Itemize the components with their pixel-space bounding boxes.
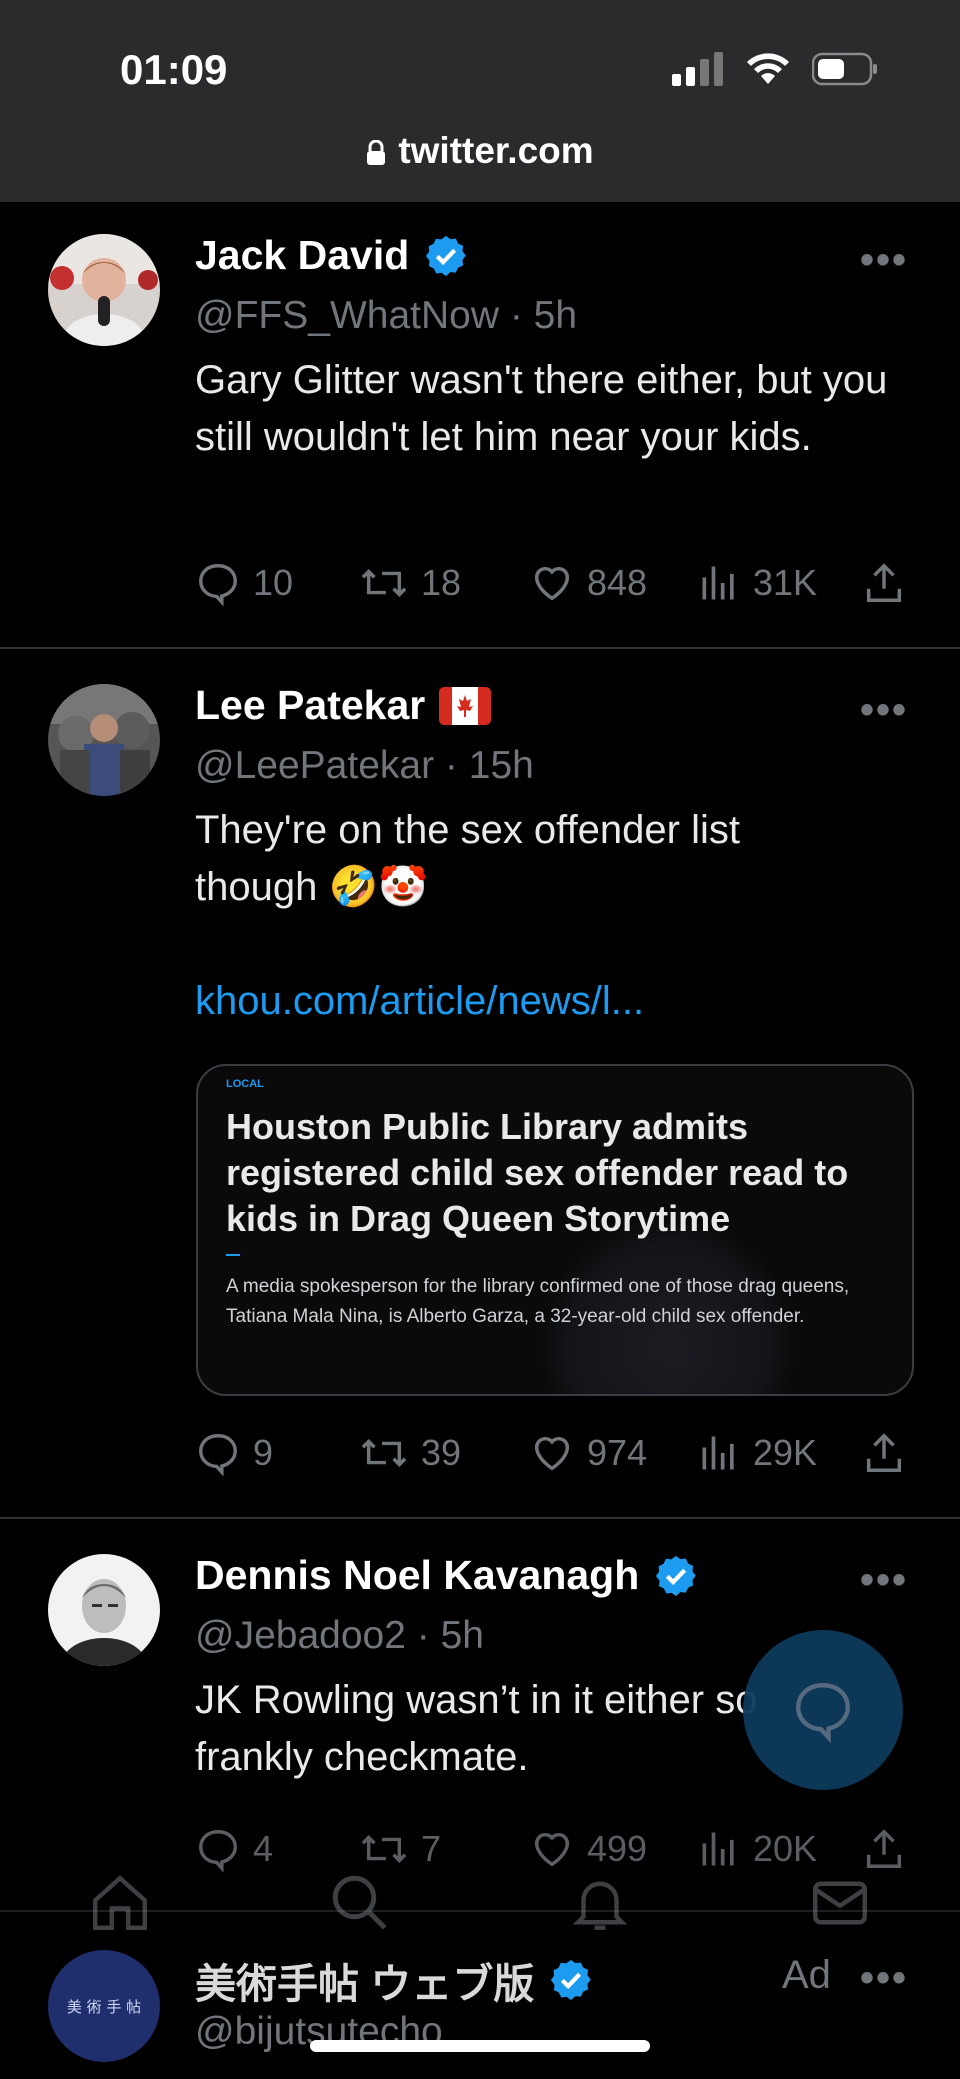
reply-count: 10: [253, 562, 294, 603]
retweet-button[interactable]: 39: [359, 1430, 529, 1476]
separator-dot: ·: [509, 294, 534, 337]
reply-icon: [199, 564, 237, 606]
tweet-link[interactable]: khou.com/article/news/l...: [195, 973, 895, 1030]
reply-icon: [199, 1434, 237, 1476]
more-options-icon[interactable]: •••: [860, 1956, 908, 2001]
reply-count: 9: [253, 1432, 274, 1473]
card-accent-bar: [226, 1254, 240, 1256]
author-handle[interactable]: @Jebadoo2: [195, 1614, 406, 1657]
retweet-button[interactable]: 18: [359, 560, 529, 606]
canada-flag-icon: [439, 686, 492, 725]
tweet-actions: 10 18 848 31K: [195, 560, 915, 606]
tweet-text: Gary Glitter wasn't there either, but yo…: [195, 358, 888, 459]
retweet-icon: [361, 1439, 407, 1467]
notifications-bell-icon[interactable]: [567, 1870, 633, 1936]
avatar-text: 美 術 手 帖: [66, 1997, 142, 2016]
views-button[interactable]: 31K: [697, 560, 861, 606]
separator-dot: ·: [416, 1614, 441, 1657]
tweet-time[interactable]: 5h: [441, 1614, 484, 1657]
separator-dot: ·: [444, 744, 469, 787]
like-count: 974: [587, 1432, 648, 1473]
views-count: 29K: [753, 1432, 818, 1473]
heart-icon: [534, 566, 570, 601]
like-count: 848: [587, 562, 648, 603]
avatar[interactable]: [48, 1554, 160, 1666]
more-options-icon[interactable]: •••: [860, 238, 908, 283]
author-name[interactable]: Dennis Noel Kavanagh: [195, 1552, 639, 1599]
author-name[interactable]: Jack David: [195, 232, 409, 279]
verified-badge-icon: [551, 1959, 592, 2001]
avatar[interactable]: [48, 684, 160, 796]
avatar[interactable]: 美 術 手 帖: [48, 1950, 160, 2062]
tweet-actions: 9 39 974 29K: [195, 1430, 915, 1476]
ad-label: Ad: [782, 1953, 831, 1997]
link-preview-card[interactable]: LOCAL Houston Public Library admits regi…: [196, 1064, 914, 1396]
url-text: twitter.com: [398, 130, 594, 171]
more-options-icon[interactable]: •••: [860, 688, 908, 733]
verified-badge-icon: [426, 235, 466, 276]
reply-button[interactable]: 9: [195, 1430, 359, 1476]
bottom-navigation: [0, 1848, 960, 1958]
card-tag: LOCAL: [226, 1078, 264, 1090]
like-button[interactable]: 848: [529, 560, 697, 606]
address-bar[interactable]: twitter.com: [0, 130, 960, 172]
share-button[interactable]: [861, 1430, 907, 1476]
divider: [0, 1517, 960, 1519]
retweet-count: 18: [421, 562, 462, 603]
home-icon[interactable]: [87, 1870, 153, 1936]
like-button[interactable]: 974: [529, 1430, 697, 1476]
retweet-icon: [361, 569, 407, 597]
card-description: A media spokesperson for the library con…: [226, 1276, 850, 1327]
status-bar: 01:09 twitter.com: [0, 0, 960, 202]
views-chart-icon: [702, 566, 734, 600]
views-chart-icon: [702, 1436, 734, 1470]
retweet-count: 39: [421, 1432, 462, 1473]
compose-button[interactable]: [743, 1630, 903, 1790]
share-button[interactable]: [861, 560, 907, 606]
status-time: 01:09: [120, 46, 228, 93]
avatar[interactable]: [48, 234, 160, 346]
wifi-icon: [747, 53, 789, 84]
author-name[interactable]: Lee Patekar: [195, 682, 425, 729]
author-handle[interactable]: @FFS_WhatNow: [195, 294, 499, 337]
tweet-time[interactable]: 15h: [469, 744, 534, 787]
lock-icon: [367, 140, 386, 166]
tweet-text: They're on the sex offender list though …: [195, 808, 740, 909]
views-button[interactable]: 29K: [697, 1430, 861, 1476]
author-name[interactable]: 美術手帖 ウェブ版: [195, 1950, 534, 2010]
card-headline: Houston Public Library admits registered…: [226, 1106, 849, 1239]
tweet-text: JK Rowling wasn’t in it either so frankl…: [195, 1678, 758, 1779]
search-icon[interactable]: [327, 1870, 393, 1936]
system-icons: [672, 52, 878, 86]
signal-icon: [672, 52, 723, 86]
more-options-icon[interactable]: •••: [860, 1558, 908, 1603]
views-count: 31K: [753, 562, 818, 603]
battery-icon: [812, 52, 877, 86]
verified-badge-icon: [656, 1555, 697, 1596]
compose-bubble-icon: [796, 1683, 850, 1743]
divider: [0, 647, 960, 649]
tweet-time[interactable]: 5h: [534, 294, 577, 337]
author-handle[interactable]: @LeePatekar: [195, 744, 434, 787]
reply-button[interactable]: 10: [195, 560, 359, 606]
share-icon: [866, 1433, 902, 1472]
heart-icon: [534, 1436, 570, 1471]
messages-envelope-icon[interactable]: [807, 1870, 873, 1936]
share-icon: [866, 563, 902, 602]
home-indicator[interactable]: [310, 2040, 650, 2052]
